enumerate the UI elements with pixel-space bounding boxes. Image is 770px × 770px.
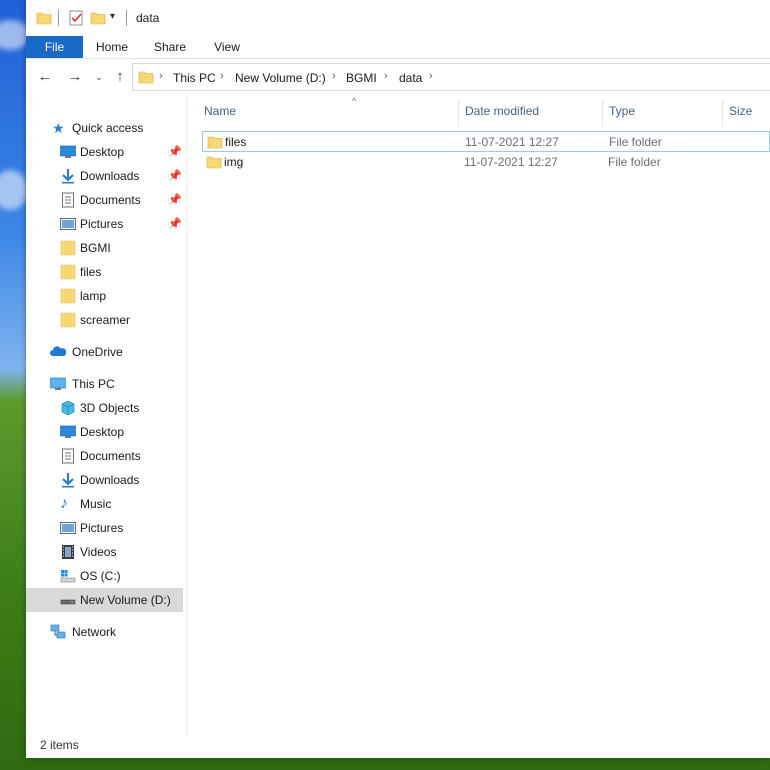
back-arrow-icon[interactable]: ←: [36, 68, 54, 86]
address-folder-icon: [138, 69, 154, 88]
sidebar-label: Documents: [80, 193, 141, 207]
forward-arrow-icon[interactable]: →: [66, 68, 84, 86]
sidebar-label: Downloads: [80, 473, 140, 487]
sort-ascending-icon: ^: [352, 96, 357, 106]
pin-icon: 📌: [168, 170, 182, 182]
column-divider[interactable]: [602, 100, 603, 126]
navigation-pane: ★ Quick access Desktop 📌 Downloads 📌 Doc…: [26, 96, 187, 736]
sidebar-label: Videos: [80, 545, 117, 559]
cube-icon: [60, 400, 76, 416]
column-divider[interactable]: [458, 100, 459, 126]
film-strip-icon: [60, 544, 76, 560]
sidebar-label: Pictures: [80, 217, 124, 231]
sidebar-label: OS (C:): [80, 569, 121, 583]
navigation-bar: ← → ⌄ ↑ › This PC › New Volume (D:) › BG…: [26, 62, 770, 92]
folder-icon: [60, 312, 76, 328]
sidebar-label: Network: [72, 625, 117, 639]
customize-quick-access-icon[interactable]: ▾: [110, 11, 126, 27]
tab-file[interactable]: File: [26, 36, 83, 58]
pictures-icon: [60, 216, 76, 232]
column-header-date-modified[interactable]: Date modified: [465, 104, 539, 122]
pin-icon: 📌: [168, 218, 182, 230]
breadcrumb-separator-icon: ›: [384, 70, 388, 82]
properties-icon[interactable]: [68, 10, 84, 26]
file-row-img[interactable]: img 11-07-2021 12:27 File folder: [202, 152, 770, 173]
tab-share[interactable]: Share: [149, 36, 191, 58]
download-icon: [60, 472, 76, 488]
folder-icon: [36, 10, 52, 26]
drive-icon: [60, 592, 76, 608]
folder-icon: [60, 288, 76, 304]
folder-icon: [206, 154, 222, 177]
desktop-icon: [60, 144, 76, 160]
new-folder-icon[interactable]: [90, 10, 106, 26]
file-date-modified: 11-07-2021 12:27: [465, 135, 559, 149]
breadcrumb-separator-icon: ›: [332, 70, 336, 82]
file-date-modified: 11-07-2021 12:27: [464, 155, 558, 169]
sidebar-label: Desktop: [80, 145, 125, 159]
file-type: File folder: [608, 155, 661, 169]
pin-icon: 📌: [168, 146, 182, 158]
sidebar-label: Downloads: [80, 169, 140, 183]
sidebar-label: lamp: [80, 289, 107, 303]
pictures-icon: [60, 520, 76, 536]
breadcrumb-this-pc[interactable]: This PC: [173, 71, 216, 85]
title-bar: ▾ data: [26, 0, 770, 36]
breadcrumb-separator-icon: ›: [220, 70, 224, 82]
sidebar-label: This PC: [72, 377, 115, 391]
desktop-icon: [60, 424, 76, 440]
pin-icon: 📌: [168, 194, 182, 206]
address-bar[interactable]: › This PC › New Volume (D:) › BGMI › dat…: [132, 63, 770, 91]
folder-icon: [60, 264, 76, 280]
music-note-icon: ♪: [60, 495, 68, 512]
column-divider[interactable]: [722, 100, 723, 126]
status-item-count: 2 items: [40, 738, 79, 752]
sidebar-label: Desktop: [80, 425, 125, 439]
sidebar-label: files: [80, 265, 102, 279]
sidebar-label: Documents: [80, 449, 141, 463]
document-icon: [60, 448, 76, 464]
sidebar-label: OneDrive: [72, 345, 123, 359]
breadcrumb-bgmi[interactable]: BGMI: [346, 71, 377, 85]
quick-access-separator: [58, 10, 59, 26]
desktop-cloud: [0, 170, 28, 210]
download-icon: [60, 168, 76, 184]
tab-view[interactable]: View: [206, 36, 248, 58]
breadcrumb-new-volume[interactable]: New Volume (D:): [235, 71, 326, 85]
sidebar-label: Quick access: [72, 121, 144, 135]
sidebar-label: New Volume (D:): [80, 593, 171, 607]
breadcrumb-separator-icon: ›: [159, 70, 163, 82]
network-icon: [50, 624, 66, 640]
title-separator: [126, 10, 127, 26]
file-row-files[interactable]: files 11-07-2021 12:27 File folder: [202, 131, 770, 152]
file-list: ^ Name Date modified Type Size files 11-…: [196, 96, 770, 736]
star-icon: ★: [52, 120, 65, 136]
ribbon-tabs: File Home Share View: [26, 36, 770, 59]
sidebar-label: Music: [80, 497, 112, 511]
folder-icon: [60, 240, 76, 256]
file-explorer-window: ▾ data File Home Share View ← → ⌄ ↑ › Th…: [26, 0, 770, 758]
sidebar-label: screamer: [80, 313, 131, 327]
file-name: img: [224, 155, 244, 169]
column-header-type[interactable]: Type: [609, 104, 635, 122]
sidebar-label: 3D Objects: [80, 401, 140, 415]
tab-home[interactable]: Home: [91, 36, 133, 58]
sidebar-label: Pictures: [80, 521, 124, 535]
file-name: files: [225, 135, 247, 149]
document-icon: [60, 192, 76, 208]
recent-locations-chevron-icon[interactable]: ⌄: [90, 68, 108, 86]
column-header-size[interactable]: Size: [729, 104, 752, 122]
breadcrumb-data[interactable]: data: [399, 71, 422, 85]
sidebar-label: BGMI: [80, 241, 111, 255]
breadcrumb-separator-icon: ›: [429, 70, 433, 82]
window-title: data: [136, 11, 160, 25]
file-type: File folder: [609, 135, 662, 149]
computer-icon: [50, 376, 66, 392]
column-header-name[interactable]: Name: [204, 104, 236, 122]
cloud-icon: [50, 344, 67, 360]
drive-c-icon: [60, 568, 76, 584]
up-arrow-icon[interactable]: ↑: [111, 68, 129, 86]
